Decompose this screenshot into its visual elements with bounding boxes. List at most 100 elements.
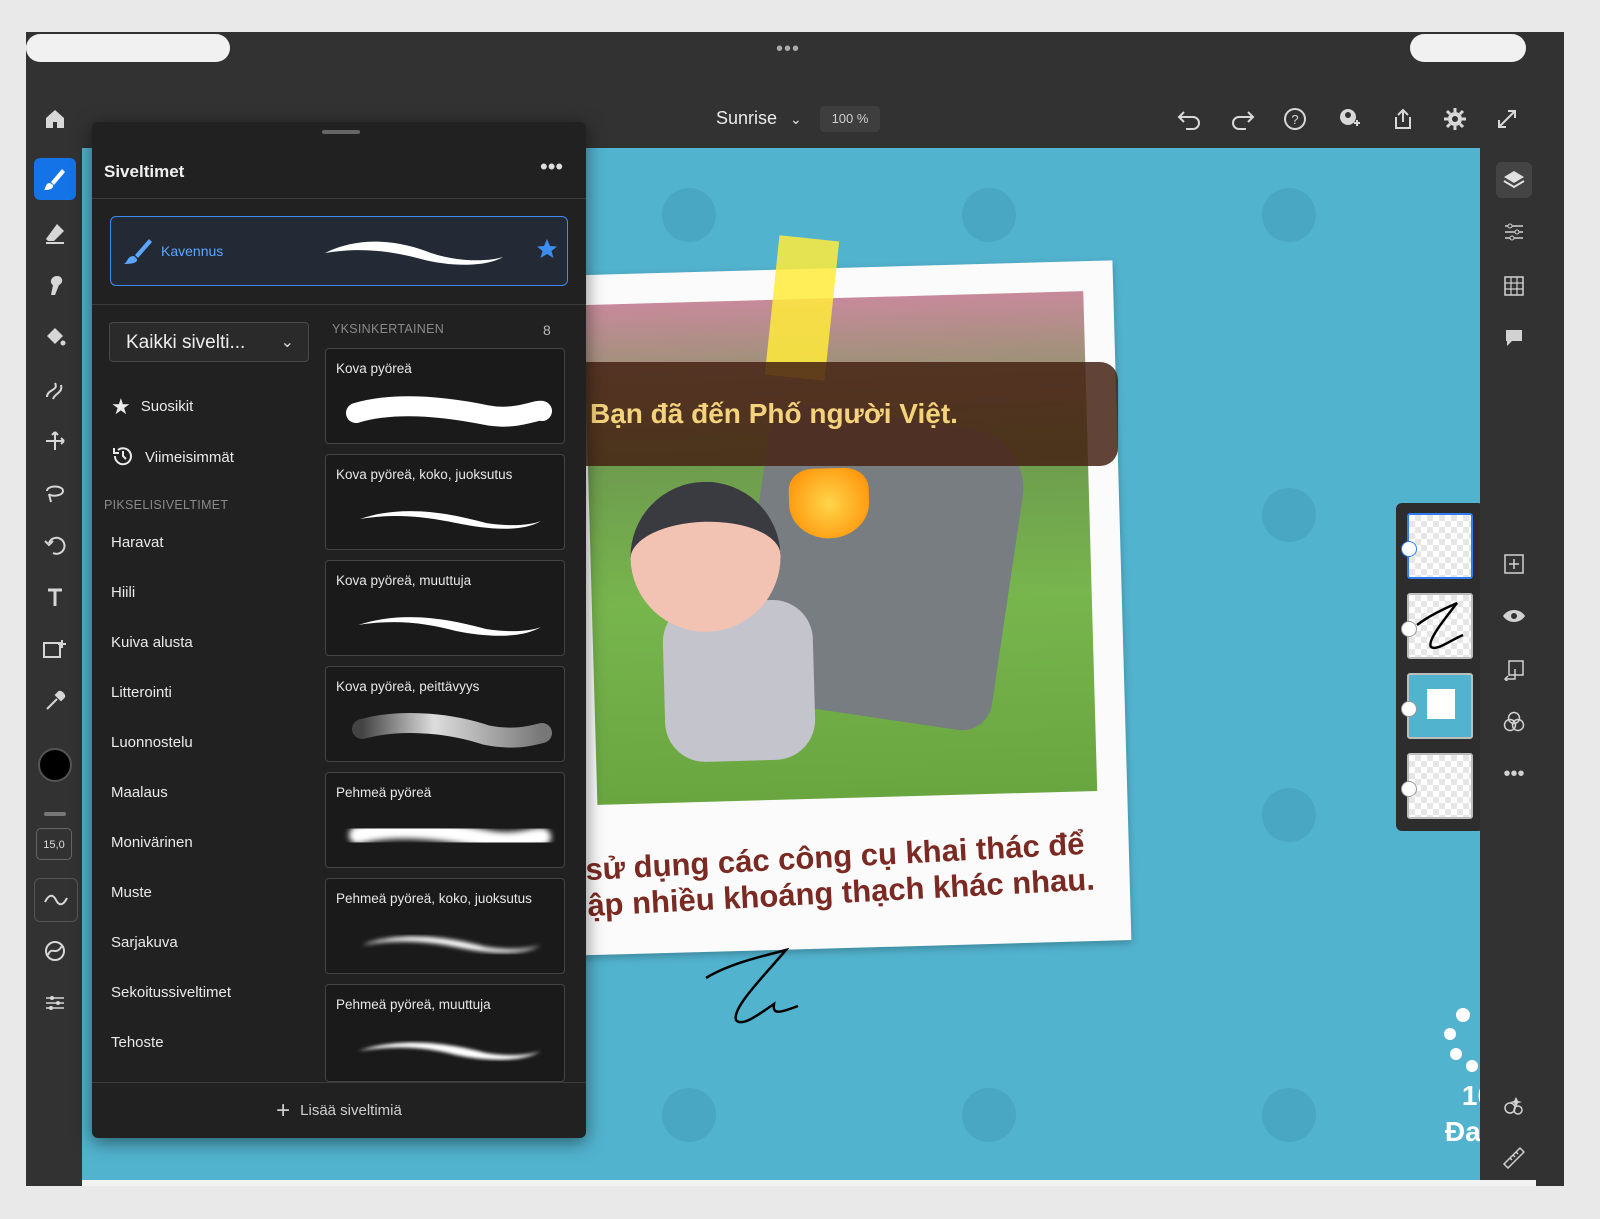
category-item[interactable]: Kuiva alusta — [111, 634, 193, 651]
brush-preset-name: Kova pyöreä — [336, 361, 412, 376]
move-tool-icon[interactable] — [34, 420, 76, 462]
category-recent[interactable]: Viimeisimmät — [111, 444, 234, 472]
share-icon[interactable] — [1386, 102, 1420, 136]
settings-gear-icon[interactable] — [1438, 102, 1472, 136]
brush-preset-name: Pehmeä pyöreä — [336, 785, 432, 800]
layer-preview-photo — [1427, 689, 1455, 719]
brush-preset-card[interactable]: Pehmeä pyöreä — [325, 772, 565, 868]
help-icon[interactable]: ? — [1278, 102, 1312, 136]
comment-icon[interactable] — [1496, 320, 1532, 356]
liquify-tool-icon[interactable] — [34, 368, 76, 410]
panel-drag-handle[interactable] — [322, 130, 360, 134]
add-layer-icon[interactable] — [1496, 546, 1532, 582]
chevron-down-icon: ⌄ — [790, 111, 802, 127]
current-brush-stroke-preview — [325, 241, 503, 265]
current-brush-card[interactable]: Kavennus — [110, 216, 568, 286]
category-item[interactable]: Sarjakuva — [111, 934, 178, 951]
brush-tool-icon[interactable] — [34, 158, 76, 200]
color-swatch[interactable] — [38, 748, 72, 782]
brush-preset-card[interactable]: Kova pyöreä, peittävyys — [325, 666, 565, 762]
ruler-icon[interactable] — [1496, 1140, 1532, 1176]
star-icon: ★ — [111, 394, 131, 419]
eyedropper-tool-icon[interactable] — [34, 680, 76, 722]
more-options-icon[interactable]: ••• — [1496, 756, 1532, 792]
add-brushes-button[interactable]: + Lisää siveltimiä — [92, 1082, 586, 1139]
brush-list-heading: YKSINKERTAINEN — [332, 322, 445, 336]
layer-thumbnail[interactable] — [1401, 753, 1473, 819]
left-toolbar: 15,0 — [26, 148, 82, 1186]
brush-settings-sliders-icon[interactable] — [34, 982, 76, 1024]
brush-size-value[interactable]: 15,0 — [36, 828, 72, 860]
category-item[interactable]: Maalaus — [111, 784, 168, 801]
category-item[interactable]: Luonnostelu — [111, 734, 193, 751]
brush-stroke-preview — [362, 936, 541, 953]
ink-stroke — [705, 948, 799, 1024]
brush-filter-dropdown[interactable]: Kaikki sivelti... ⌄ — [109, 322, 309, 362]
bg-pattern-face-icon — [1262, 188, 1316, 242]
smudge-tool-icon[interactable] — [34, 264, 76, 306]
favorite-star-icon[interactable] — [535, 237, 559, 261]
layer-thumbnail[interactable] — [1401, 673, 1473, 739]
category-item[interactable]: Litterointi — [111, 684, 172, 701]
right-toolbar: ••• — [1480, 148, 1564, 1186]
category-favorites[interactable]: ★ Suosikit — [111, 394, 193, 420]
bg-pattern-face-icon — [662, 188, 716, 242]
adjustments-icon[interactable] — [1496, 214, 1532, 250]
brush-stroke-icon[interactable] — [34, 878, 78, 922]
panel-title: Siveltimet — [104, 162, 185, 181]
current-brush-name: Kavennus — [161, 243, 224, 259]
divider — [92, 304, 586, 305]
fullscreen-icon[interactable] — [1490, 102, 1524, 136]
status-pill-right — [1410, 34, 1526, 62]
bg-pattern-face-icon — [962, 1088, 1016, 1142]
brush-preset-card[interactable]: Kova pyöreä, muuttuja — [325, 560, 565, 656]
category-item[interactable]: Tehoste — [111, 1034, 164, 1051]
brush-preset-name: Pehmeä pyöreä, koko, juoksutus — [336, 891, 532, 906]
brush-icon — [124, 239, 152, 264]
text-tool-icon[interactable] — [34, 576, 76, 618]
brush-preset-card[interactable]: Pehmeä pyöreä, muuttuja — [325, 984, 565, 1082]
blend-mode-icon[interactable] — [1496, 704, 1532, 740]
document-title[interactable]: Sunrise ⌄ — [716, 108, 802, 129]
layers-thumbnail-stack — [1396, 503, 1484, 831]
panel-more-icon[interactable]: ••• — [540, 154, 563, 180]
layers-icon[interactable] — [1496, 162, 1532, 198]
undo-icon[interactable] — [1172, 102, 1206, 136]
grid-icon[interactable] — [1496, 268, 1532, 304]
category-item[interactable]: Hiili — [111, 584, 135, 601]
brush-stroke-preview — [358, 1042, 541, 1060]
layer-thumbnail[interactable] — [1401, 593, 1473, 659]
brush-preset-card[interactable]: Kova pyöreä — [325, 348, 565, 444]
category-item[interactable]: Sekoitussiveltimet — [111, 984, 231, 1001]
brush-stroke-preview — [360, 511, 541, 529]
brush-preset-name: Pehmeä pyöreä, muuttuja — [336, 997, 491, 1012]
category-item[interactable]: Muste — [111, 884, 152, 901]
brush-preset-card[interactable]: Kova pyöreä, koko, juoksutus — [325, 454, 565, 550]
invite-user-icon[interactable] — [1332, 102, 1366, 136]
category-item[interactable]: Haravat — [111, 534, 164, 551]
home-icon[interactable] — [38, 102, 72, 136]
lasso-tool-icon[interactable] — [34, 472, 76, 514]
history-icon — [111, 444, 135, 472]
brush-preset-card[interactable]: Pehmeä pyöreä, koko, juoksutus — [325, 878, 565, 974]
mask-layer-icon[interactable] — [1496, 652, 1532, 688]
transform-tool-icon[interactable] — [34, 524, 76, 566]
zoom-level[interactable]: 100 % — [820, 106, 880, 132]
visibility-eye-icon[interactable] — [1496, 598, 1532, 634]
place-image-tool-icon[interactable] — [34, 628, 76, 670]
multitask-dots[interactable]: ••• — [776, 38, 800, 61]
smoothing-icon[interactable] — [34, 930, 76, 972]
layer-image-icon — [1401, 701, 1417, 717]
layer-effects-icon[interactable] — [1496, 1088, 1532, 1124]
eraser-tool-icon[interactable] — [34, 212, 76, 254]
category-item[interactable]: Monivärinen — [111, 834, 193, 851]
fill-bucket-tool-icon[interactable] — [34, 316, 76, 358]
brushes-panel: Siveltimet ••• Kavennus Kaikki sivelti..… — [92, 122, 586, 1138]
status-pill-left — [26, 34, 230, 62]
redo-icon[interactable] — [1226, 102, 1260, 136]
size-slider-handle[interactable] — [44, 812, 66, 816]
brush-stroke-preview — [349, 820, 551, 850]
layer-thumbnail[interactable] — [1401, 513, 1473, 579]
bg-pattern-face-icon — [962, 188, 1016, 242]
brush-list-count: 8 — [543, 322, 551, 338]
